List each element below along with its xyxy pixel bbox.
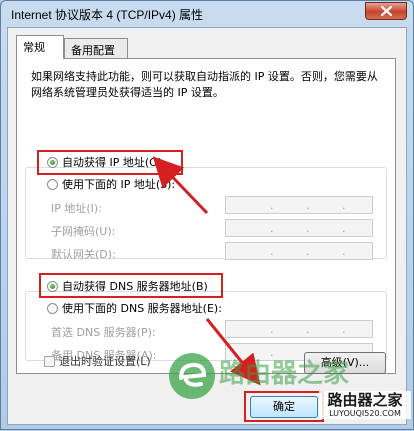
dialog-window: Internet 协议版本 4 (TCP/IPv4) 属性 常规 备用配置 如果… bbox=[0, 0, 414, 430]
ok-button-highlight-box bbox=[244, 391, 324, 422]
close-button[interactable] bbox=[365, 2, 407, 20]
description-text: 如果网络支持此功能，则可以获取自动指派的 IP 设置。否则，您需要从网络系统管理… bbox=[31, 70, 378, 99]
default-gateway-input[interactable]: ... bbox=[225, 242, 373, 260]
manual-ip-radio-row[interactable]: 使用下面的 IP 地址(S): bbox=[47, 178, 175, 192]
ip-address-input[interactable]: ... bbox=[225, 196, 373, 214]
manual-dns-radio-row[interactable]: 使用下面的 DNS 服务器地址(E): bbox=[47, 302, 222, 316]
ip-address-label: IP 地址(I): bbox=[51, 202, 102, 215]
title-bar[interactable]: Internet 协议版本 4 (TCP/IPv4) 属性 bbox=[1, 1, 413, 27]
validate-settings-label: 退出时验证设置(L) bbox=[59, 355, 151, 368]
general-tab-panel: 如果网络支持此功能，则可以获取自动指派的 IP 设置。否则，您需要从网络系统管理… bbox=[16, 58, 396, 374]
close-icon bbox=[381, 6, 392, 16]
tab-general[interactable]: 常规 bbox=[16, 35, 64, 59]
subnet-mask-label: 子网掩码(U): bbox=[51, 225, 116, 238]
manual-dns-radio[interactable] bbox=[47, 303, 58, 314]
dialog-client-area: 常规 备用配置 如果网络支持此功能，则可以获取自动指派的 IP 设置。否则，您需… bbox=[7, 27, 407, 425]
auto-ip-highlight-box bbox=[37, 150, 183, 175]
validate-settings-checkbox[interactable] bbox=[44, 356, 55, 367]
manual-ip-radio[interactable] bbox=[47, 179, 58, 190]
window-title: Internet 协议版本 4 (TCP/IPv4) 属性 bbox=[11, 8, 204, 22]
subnet-mask-input[interactable]: ... bbox=[225, 219, 373, 237]
preferred-dns-input[interactable]: ... bbox=[225, 320, 373, 338]
auto-dns-highlight-box bbox=[39, 273, 223, 298]
validate-settings-row[interactable]: 退出时验证设置(L) bbox=[44, 355, 151, 369]
preferred-dns-label: 首选 DNS 服务器(P): bbox=[51, 326, 156, 339]
advanced-button[interactable]: 高级(V)... bbox=[304, 352, 386, 374]
manual-dns-label: 使用下面的 DNS 服务器地址(E): bbox=[62, 302, 222, 315]
manual-ip-label: 使用下面的 IP 地址(S): bbox=[62, 178, 176, 191]
default-gateway-label: 默认网关(D): bbox=[51, 248, 116, 261]
tab-alternate-configuration[interactable]: 备用配置 bbox=[64, 38, 128, 58]
